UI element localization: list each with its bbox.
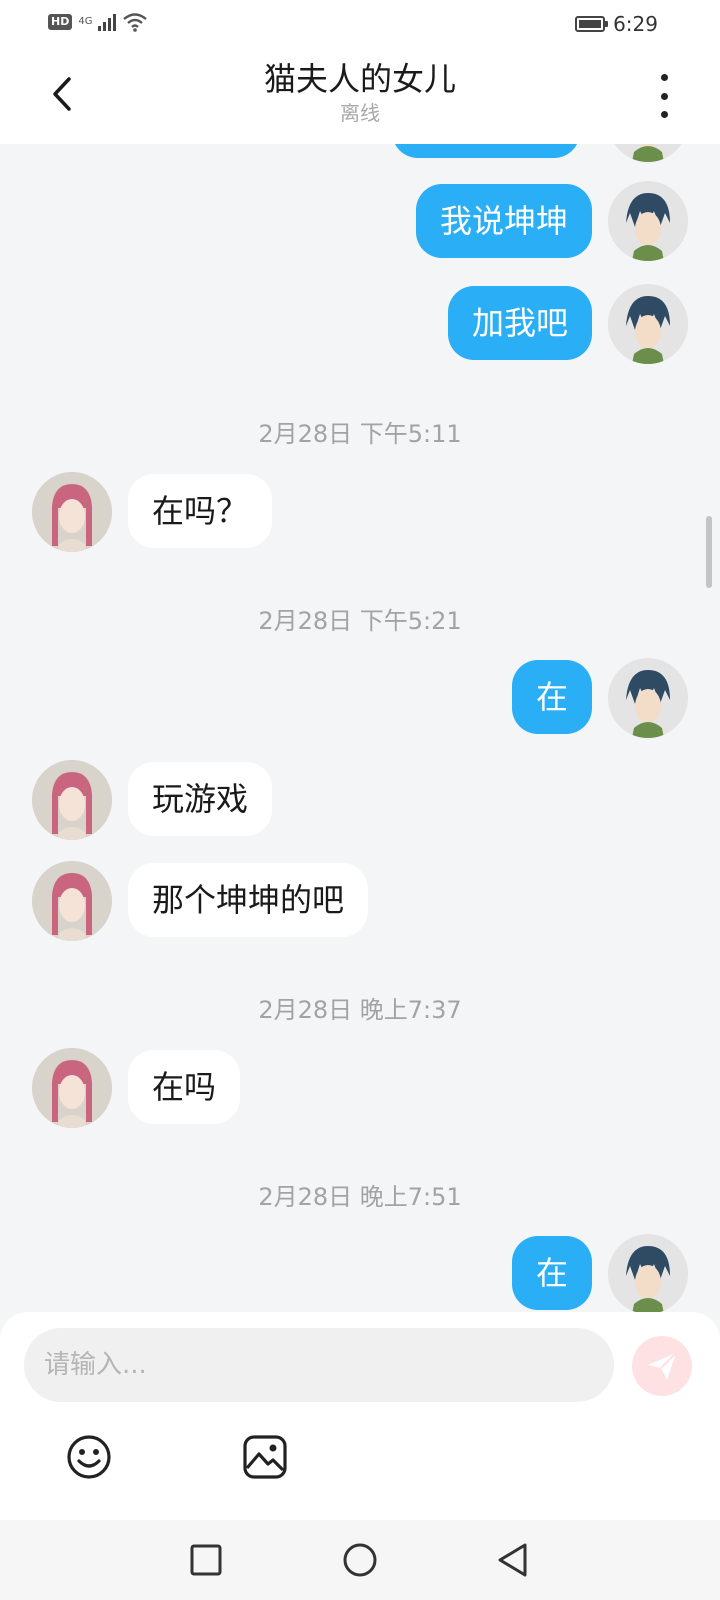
message-timestamp: 2月28日 晚上7:37 [258, 996, 462, 1024]
scrollbar-thumb[interactable] [706, 516, 712, 588]
emoji-icon [67, 1435, 111, 1479]
signal-icon [98, 13, 117, 31]
chat-header: 猫夫人的女儿 离线 [0, 48, 720, 144]
more-dot [660, 111, 668, 118]
message-timestamp: 2月28日 下午5:21 [258, 607, 462, 635]
chat-title: 猫夫人的女儿 [263, 60, 456, 98]
avatar-boy-icon [608, 284, 688, 364]
message-timestamp: 2月28日 下午5:11 [258, 420, 462, 448]
avatar-girl-icon [32, 1048, 112, 1128]
more-options-button[interactable] [650, 74, 678, 118]
message-bubble-self[interactable]: 加我吧 [447, 286, 592, 360]
avatar-girl-icon [32, 472, 112, 552]
back-nav-button[interactable] [490, 1538, 534, 1582]
clock: 6:29 [613, 12, 658, 36]
status-right: 6:29 [575, 12, 658, 36]
avatar-boy-icon [608, 181, 688, 261]
recents-button[interactable] [184, 1538, 228, 1582]
send-button[interactable] [632, 1336, 692, 1396]
wifi-icon [123, 13, 148, 32]
avatar-peer[interactable] [32, 1048, 112, 1128]
avatar-self[interactable] [608, 284, 688, 364]
square-icon [190, 1544, 222, 1576]
battery-icon [575, 16, 609, 32]
status-bar: HD 4G 6:29 [0, 0, 720, 48]
avatar-boy-icon [614, 144, 682, 162]
avatar-peer[interactable] [32, 760, 112, 840]
message-composer: 请输入... [0, 1312, 720, 1520]
triangle-back-icon [498, 1543, 527, 1577]
title-block: 猫夫人的女儿 离线 [160, 58, 560, 126]
avatar-self[interactable] [608, 1234, 688, 1312]
avatar-girl-icon [32, 861, 112, 941]
avatar-self[interactable] [608, 181, 688, 261]
message-timestamp: 2月28日 晚上7:51 [258, 1183, 462, 1211]
avatar-self[interactable] [608, 658, 688, 738]
emoji-button[interactable] [64, 1432, 114, 1482]
back-button[interactable] [42, 68, 82, 120]
message-bubble-self[interactable]: 在 [511, 660, 592, 734]
message-input[interactable]: 请输入... [24, 1328, 614, 1402]
message-bubble-self[interactable] [392, 144, 580, 158]
image-button[interactable] [240, 1432, 290, 1482]
chevron-left-icon [53, 77, 71, 111]
message-bubble-peer[interactable]: 玩游戏 [128, 762, 273, 836]
message-bubble-peer[interactable]: 在吗？ [128, 474, 273, 548]
avatar-peer[interactable] [32, 472, 112, 552]
message-bubble-self[interactable]: 我说坤坤 [415, 184, 592, 258]
image-icon [243, 1435, 287, 1479]
circle-icon [343, 1543, 377, 1577]
hd-badge: HD [48, 14, 73, 30]
message-bubble-peer[interactable]: 在吗 [128, 1050, 241, 1124]
message-bubble-peer[interactable]: 那个坤坤的吧 [128, 863, 369, 937]
more-dot [660, 92, 668, 100]
network-type: 4G [78, 16, 93, 27]
system-navigation-bar [0, 1520, 720, 1600]
status-left: HD 4G [48, 12, 148, 32]
message-list[interactable]: 我说坤坤 加我吧 2月28日 下午5:11 在吗？ 2月28日 下午5:21 在… [0, 144, 720, 1312]
avatar-self[interactable] [608, 144, 688, 162]
avatar-peer[interactable] [32, 861, 112, 941]
more-vertical-icon [660, 74, 668, 81]
message-bubble-self[interactable]: 在 [511, 1236, 592, 1310]
home-button[interactable] [338, 1538, 382, 1582]
avatar-boy-icon [608, 658, 688, 738]
online-status: 离线 [340, 101, 380, 125]
avatar-boy-icon [608, 1234, 688, 1312]
send-icon [648, 1352, 677, 1380]
avatar-girl-icon [32, 760, 112, 840]
